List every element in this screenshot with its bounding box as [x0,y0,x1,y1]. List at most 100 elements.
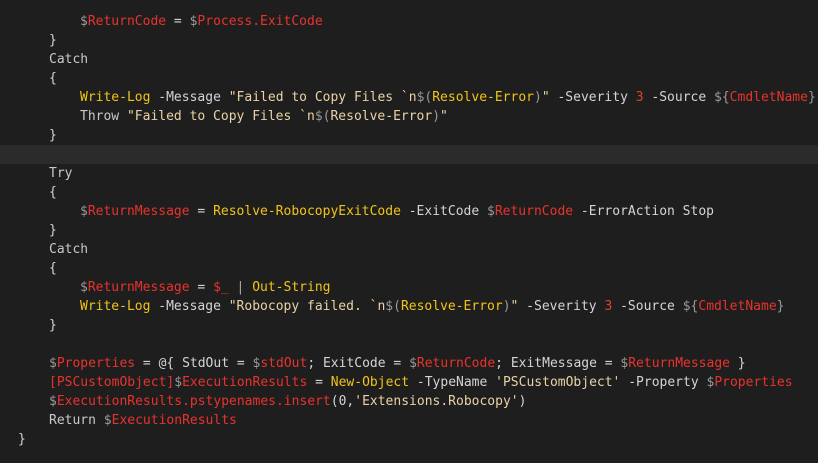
code-token: -Severity [518,299,605,314]
code-token: Resolve-Error [330,109,433,124]
code-token: } [49,128,57,143]
code-token: CmdletName [729,90,808,105]
code-token: $ [80,280,88,295]
code-token: ExecutionResults [182,375,308,390]
code-token: } [49,318,57,333]
code-line[interactable]: [PSCustomObject]$ExecutionResults = New-… [0,373,818,392]
code-token: " [440,109,448,124]
code-token: $ [80,204,88,219]
code-token: -TypeName [409,375,496,390]
code-token: { [49,71,57,86]
code-token: Resolve-Error [400,299,503,314]
code-token: -Source [643,90,715,105]
code-line[interactable]: $ReturnCode = $Process.ExitCode [0,12,818,31]
code-token: } [49,223,57,238]
code-token: } [49,33,57,48]
line-content: { [49,183,57,202]
line-content: { [49,69,57,88]
code-token: $ [409,356,417,371]
code-token: ; ExitCode = [307,356,410,371]
code-token: ReturnCode [494,204,574,219]
code-token: = [166,14,190,29]
code-token: Process.ExitCode [197,14,323,29]
code-token: -Message [150,90,229,105]
code-line[interactable]: { [0,259,818,278]
code-token: { [49,185,57,200]
line-content: { [49,259,57,278]
code-token: ReturnMessage [87,204,190,219]
code-line[interactable] [0,335,818,354]
code-token: $( [416,90,433,105]
code-line[interactable]: } [0,31,818,50]
code-line[interactable]: $ReturnMessage = Resolve-RobocopyExitCod… [0,202,818,221]
code-line[interactable]: { [0,183,818,202]
line-content: Write-Log -Message "Robocopy failed. `n$… [80,297,784,316]
line-content: $Properties = @{ StdOut = $stdOut; ExitC… [49,354,746,373]
code-token: 3 [635,90,644,105]
line-content: [PSCustomObject]$ExecutionResults = New-… [49,373,793,392]
code-token: | [228,280,253,295]
code-token: "Failed to Copy Files `n [126,109,315,124]
code-token: ReturnMessage [87,280,190,295]
code-token: } [18,432,26,447]
code-token: [PSCustomObject] [49,375,175,390]
code-token: ReturnMessage [628,356,730,371]
line-content: Throw "Failed to Copy Files `n$(Resolve-… [80,107,448,126]
code-line[interactable]: Write-Log -Message "Robocopy failed. `n$… [0,297,818,316]
code-token: -ExitCode [400,204,487,219]
line-content: $ExecutionResults.pstypenames.insert(0,'… [49,392,526,411]
current-line[interactable] [0,145,818,164]
code-line[interactable]: } [0,126,818,145]
line-content: $ReturnMessage = $_ | Out-String [80,278,330,297]
code-line[interactable]: { [0,69,818,88]
code-line[interactable]: $ExecutionResults.pstypenames.insert(0,'… [0,392,818,411]
code-line[interactable]: $Properties = @{ StdOut = $stdOut; ExitC… [0,354,818,373]
code-token: ExecutionResults [111,413,237,428]
code-token: stdOut [260,356,308,371]
code-line[interactable]: } [0,316,818,335]
code-token: $ [103,413,112,428]
line-content: } [49,316,57,335]
line-content: Return $ExecutionResults [49,411,237,430]
code-token: ; ExitMessage = [495,356,621,371]
code-token: = @{ StdOut = [135,356,253,371]
code-line[interactable]: } [0,430,818,449]
code-line[interactable]: Try [0,164,818,183]
code-token: $ [487,204,495,219]
code-token: Catch [49,52,89,67]
code-token: Try [49,166,73,181]
code-token: ExecutionResults.pstypenames.insert [56,394,331,409]
code-token: $ [174,375,183,390]
code-token: Write-Log [80,90,151,105]
code-token: " [541,90,550,105]
code-token: $ [49,394,57,409]
code-token: Return [49,413,104,428]
code-token: $( [385,299,401,314]
code-line[interactable]: Catch [0,50,818,69]
code-line[interactable]: Write-Log -Message "Failed to Copy Files… [0,88,818,107]
code-line[interactable]: Return $ExecutionResults [0,411,818,430]
code-token: ) [533,90,542,105]
code-token: $( [314,109,331,124]
line-content: Catch [49,50,88,69]
code-token: New-Object [330,375,410,390]
code-token: ${ [682,299,699,314]
code-editor[interactable]: $ReturnCode = $Process.ExitCode} Catch{Wr… [0,0,818,463]
line-content: $ReturnMessage = Resolve-RobocopyExitCod… [80,202,714,221]
code-line[interactable]: } [0,221,818,240]
code-token: = [189,280,214,295]
code-token: "Robocopy failed. `n [228,299,386,314]
code-token: Resolve-Error [432,90,534,105]
code-token: ) [432,109,441,124]
line-content: } [49,221,57,240]
code-line[interactable]: Throw "Failed to Copy Files `n$(Resolve-… [0,107,818,126]
code-line[interactable]: Catch [0,240,818,259]
code-line[interactable]: $ReturnMessage = $_ | Out-String [0,278,818,297]
line-content: Try [49,164,72,183]
code-token: $ [80,14,88,29]
code-token: ) [502,299,511,314]
code-token: -Source [612,299,683,314]
code-token: CmdletName [698,299,777,314]
code-token: } [776,299,785,314]
code-token: Write-Log [80,299,151,314]
